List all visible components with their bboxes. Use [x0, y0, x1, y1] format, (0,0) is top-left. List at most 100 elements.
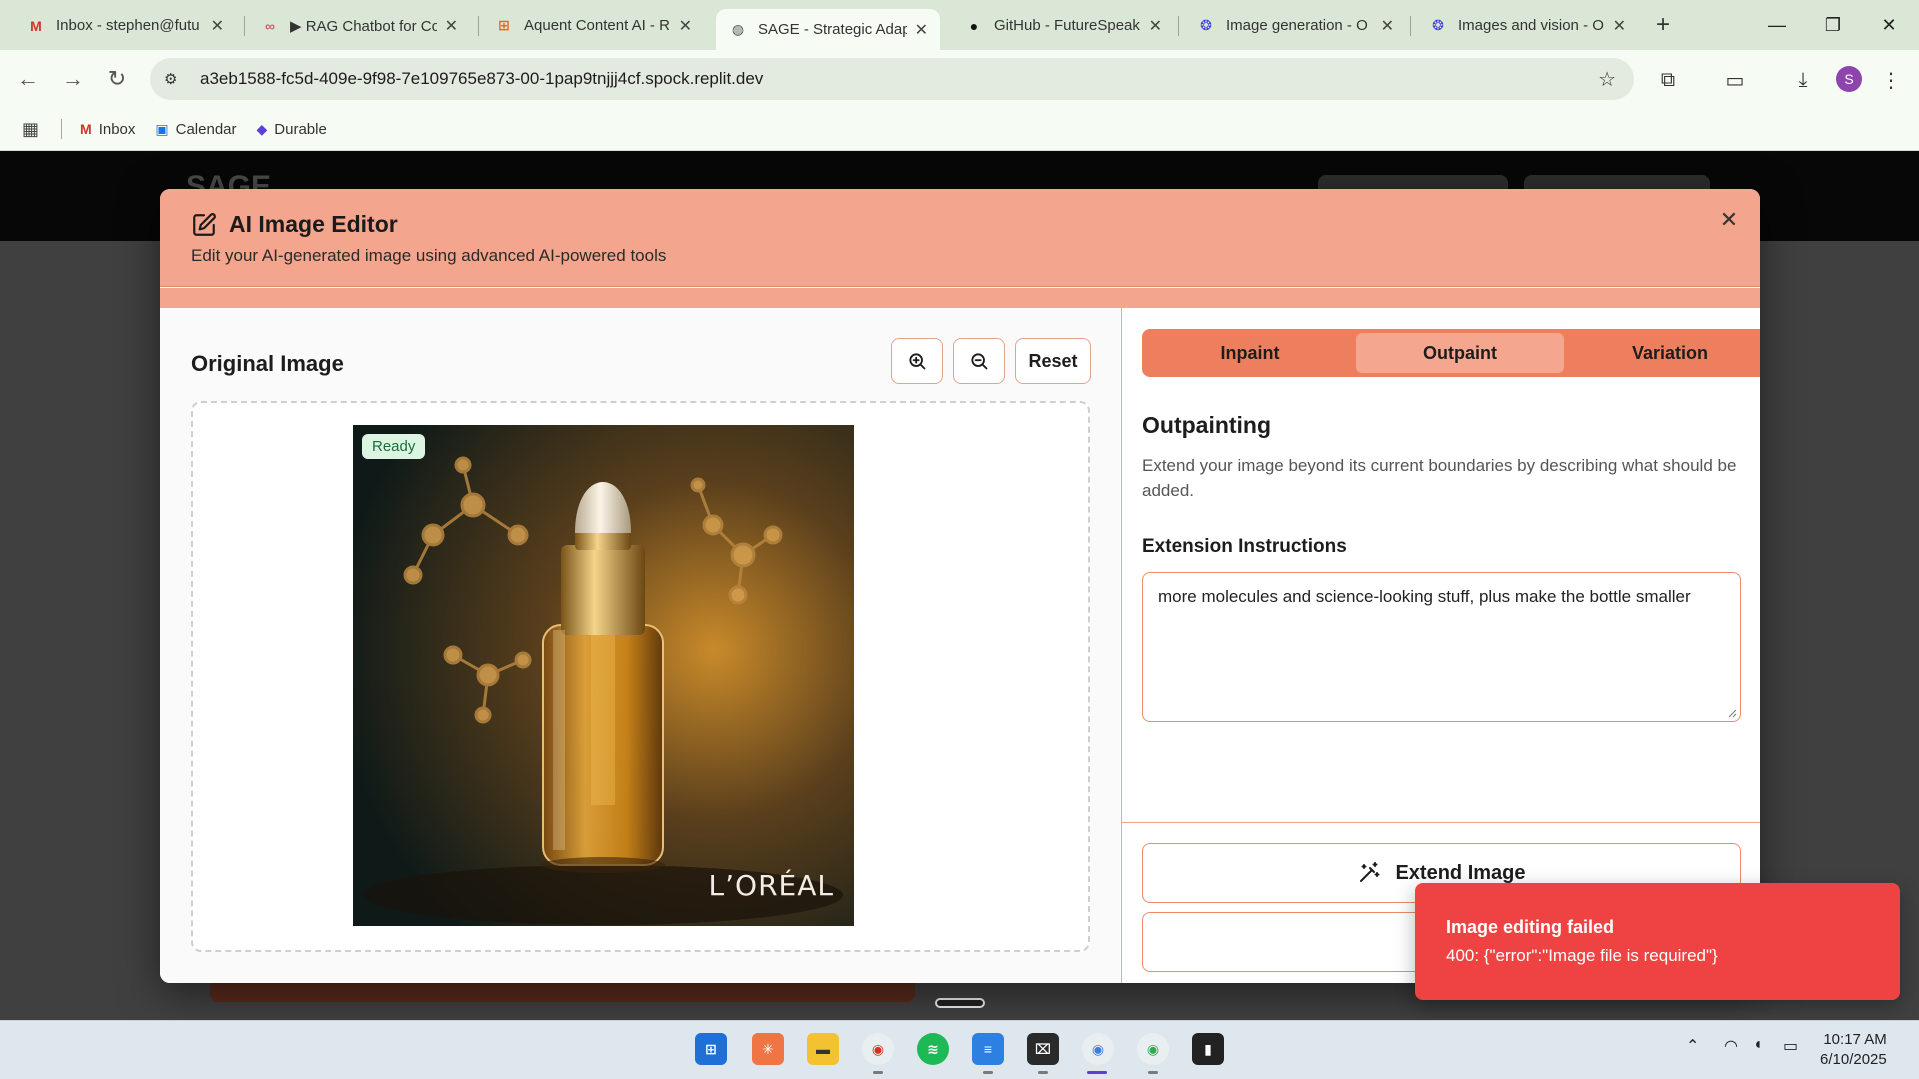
- browser-tab-gmail[interactable]: M Inbox - stephen@futu ✕: [14, 9, 236, 42]
- github-icon: ●: [969, 17, 979, 34]
- file-explorer-icon[interactable]: ▬: [807, 1033, 839, 1065]
- browser-tab-github[interactable]: ● GitHub - FutureSpeak ✕: [952, 9, 1174, 42]
- page-bottom-bar: [210, 980, 915, 1002]
- chrome-profile-icon[interactable]: ◉: [1082, 1033, 1114, 1065]
- chrome-icon[interactable]: ◉: [862, 1033, 894, 1065]
- system-clock[interactable]: 10:17 AM 6/10/2025: [1820, 1030, 1887, 1070]
- tab-outpaint[interactable]: Outpaint: [1356, 333, 1564, 373]
- toast-title: Image editing failed: [1446, 917, 1615, 937]
- new-tab-button[interactable]: +: [1648, 10, 1678, 40]
- modal-title: AI Image Editor: [229, 211, 398, 237]
- openai-icon: ❂: [1432, 17, 1444, 33]
- durable-icon: ◆: [256, 120, 268, 137]
- taskbar-indicator: [1038, 1071, 1048, 1074]
- taskbar-indicator: [1148, 1071, 1158, 1074]
- browser-tab-image-generation[interactable]: ❂ Image generation - O ✕: [1184, 9, 1406, 42]
- bookmark-calendar[interactable]: ▣ Calendar: [155, 121, 236, 138]
- tab-separator: [1410, 16, 1411, 36]
- tab-separator: [1178, 16, 1179, 36]
- modal-header-strip: [160, 288, 1760, 308]
- image-canvas-area[interactable]: Ready L’ORÉAL: [191, 401, 1090, 952]
- taskbar-indicator: [983, 1071, 993, 1074]
- zoom-out-button[interactable]: [953, 338, 1005, 384]
- error-toast[interactable]: Image editing failed 400: {"error":"Imag…: [1415, 883, 1900, 1000]
- wifi-icon[interactable]: ◠: [1724, 1036, 1738, 1056]
- battery-icon[interactable]: ▭: [1783, 1036, 1798, 1056]
- url-text[interactable]: a3eb1588-fc5d-409e-9f98-7e109765e873-00-…: [200, 69, 763, 89]
- close-icon[interactable]: ✕: [1149, 16, 1162, 36]
- tab-variation[interactable]: Variation: [1566, 333, 1760, 373]
- tab-separator: [478, 16, 479, 36]
- forward-icon[interactable]: →: [57, 63, 89, 95]
- activity-monitor-icon[interactable]: ▮: [1192, 1033, 1224, 1065]
- edit-icon: [193, 212, 216, 236]
- replit-icon: ⊞: [498, 17, 510, 33]
- minimize-icon[interactable]: —: [1752, 8, 1802, 42]
- close-icon[interactable]: ✕: [679, 16, 692, 36]
- zoom-in-button[interactable]: [891, 338, 943, 384]
- site-settings-icon[interactable]: ⚙: [164, 70, 188, 88]
- toast-message: 400: {"error":"Image file is required"}: [1446, 946, 1718, 965]
- volume-icon[interactable]: ◖: [1753, 1036, 1763, 1054]
- spotify-icon[interactable]: ≋: [917, 1033, 949, 1065]
- extension-instructions-input[interactable]: [1142, 572, 1741, 722]
- reload-icon[interactable]: ↻: [101, 63, 133, 95]
- window-close-icon[interactable]: ✕: [1864, 8, 1914, 42]
- taskbar-active-indicator: [1087, 1071, 1107, 1074]
- workflow-icon: ∞: [265, 17, 275, 34]
- bookmark-inbox[interactable]: M Inbox: [80, 121, 135, 138]
- bookmark-durable[interactable]: ◆ Durable: [257, 121, 327, 138]
- resize-handle-icon[interactable]: [1727, 708, 1737, 718]
- address-bar[interactable]: ⚙ a3eb1588-fc5d-409e-9f98-7e109765e873-0…: [150, 58, 1634, 100]
- section-title: Outpainting: [1142, 412, 1272, 438]
- modal-header: AI Image Editor Edit your AI-generated i…: [160, 189, 1760, 287]
- browser-tab-images-vision[interactable]: ❂ Images and vision - O ✕: [1416, 9, 1638, 42]
- gmail-icon: M: [80, 121, 92, 137]
- taskbar-indicator: [873, 1071, 883, 1074]
- bookmarks-bar: ▦ M Inbox ▣ Calendar ◆ Durable: [0, 108, 1919, 151]
- apps-grid-icon[interactable]: ▦: [22, 119, 39, 140]
- original-image-title: Original Image: [191, 351, 344, 376]
- extensions-icon[interactable]: ⧉: [1653, 65, 1683, 95]
- close-icon[interactable]: ✕: [1716, 207, 1742, 233]
- menu-icon[interactable]: ⋮: [1876, 65, 1906, 95]
- chevron-up-icon[interactable]: ⌃: [1686, 1036, 1699, 1056]
- close-icon[interactable]: ✕: [211, 16, 224, 36]
- browser-tab-strip: M Inbox - stephen@futu ✕ ∞ ▶ RAG Chatbot…: [0, 0, 1919, 50]
- tab-separator: [244, 16, 245, 36]
- restore-icon[interactable]: ❐: [1808, 8, 1858, 42]
- bookmark-star-icon[interactable]: ☆: [1598, 67, 1616, 92]
- calendar-icon: ▣: [155, 120, 169, 137]
- panel-divider: [1122, 822, 1760, 823]
- close-icon[interactable]: ✕: [1613, 16, 1626, 36]
- edit-mode-tabs: Inpaint Outpaint Variation: [1142, 329, 1760, 377]
- reset-button[interactable]: Reset: [1015, 338, 1091, 384]
- edit-tools-panel: Inpaint Outpaint Variation Outpainting E…: [1121, 308, 1760, 983]
- gmail-icon: M: [30, 17, 42, 34]
- extend-image-label: Extend Image: [1395, 861, 1526, 884]
- zoom-in-icon: [909, 353, 926, 370]
- profile-avatar[interactable]: S: [1836, 66, 1862, 92]
- notepad-icon[interactable]: ≡: [972, 1033, 1004, 1065]
- tab-inpaint[interactable]: Inpaint: [1146, 333, 1354, 373]
- windows-start-icon[interactable]: ⊞: [695, 1033, 727, 1065]
- browser-tab-rag-chatbot[interactable]: ∞ ▶ RAG Chatbot for Co ✕: [248, 9, 470, 42]
- browser-tab-aquent[interactable]: ⊞ Aquent Content AI - R ✕: [482, 9, 704, 42]
- back-icon[interactable]: ←: [12, 63, 44, 95]
- extension-instructions-label: Extension Instructions: [1142, 536, 1347, 557]
- close-icon[interactable]: ✕: [915, 20, 928, 40]
- modal-title-row: AI Image Editor: [191, 211, 398, 238]
- serum-bottle-image: [353, 425, 854, 926]
- terminal-icon[interactable]: ⌧: [1027, 1033, 1059, 1065]
- zoom-out-icon: [971, 353, 988, 370]
- modal-description: Edit your AI-generated image using advan…: [191, 246, 667, 265]
- close-icon[interactable]: ✕: [445, 16, 458, 36]
- browser-tab-sage[interactable]: ◍ SAGE - Strategic Adap ✕: [716, 9, 940, 50]
- openai-icon: ❂: [1200, 17, 1212, 33]
- close-icon[interactable]: ✕: [1381, 16, 1394, 36]
- app-launcher-icon[interactable]: ✳: [752, 1033, 784, 1065]
- section-description: Extend your image beyond its current bou…: [1142, 456, 1737, 500]
- chrome-profile-icon[interactable]: ◉: [1137, 1033, 1169, 1065]
- cast-icon[interactable]: ▭: [1720, 65, 1750, 95]
- download-icon[interactable]: ⤓: [1788, 65, 1818, 95]
